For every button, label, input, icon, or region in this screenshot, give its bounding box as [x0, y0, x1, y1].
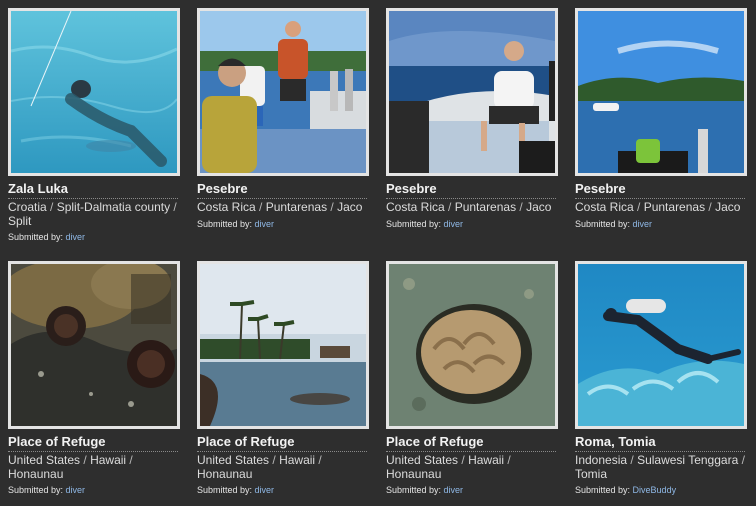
photo-thumbnail[interactable] — [575, 8, 747, 176]
location-region[interactable]: Puntarenas — [455, 200, 516, 214]
submitted-by: Submitted by: diver — [575, 218, 747, 230]
bay-with-boat-icon — [578, 11, 744, 173]
submitted-by: Submitted by: DiveBuddy — [575, 484, 747, 496]
submitter-link[interactable]: diver — [633, 219, 653, 229]
location-region[interactable]: Split-Dalmatia county — [57, 200, 170, 214]
submitter-link[interactable]: diver — [66, 485, 86, 495]
location-region[interactable]: Hawaii — [90, 453, 126, 467]
submitted-label: Submitted by: — [575, 485, 631, 495]
scuba-diver-coral-icon — [578, 264, 744, 426]
location-city[interactable]: Jaco — [715, 200, 740, 214]
coral-icon — [389, 264, 555, 426]
location-region[interactable]: Hawaii — [468, 453, 504, 467]
photo-thumbnail[interactable] — [8, 8, 180, 176]
location: United States / Hawaii / Honaunau — [197, 453, 322, 481]
submitted-by: Submitted by: diver — [197, 484, 369, 496]
submitted-label: Submitted by: — [575, 218, 631, 229]
site-title[interactable]: Pesebre — [386, 182, 556, 199]
photo-thumbnail[interactable] — [197, 8, 369, 176]
submitter-link[interactable]: diver — [255, 485, 275, 495]
location-country[interactable]: Costa Rica — [197, 200, 256, 214]
photo-thumbnail[interactable] — [386, 261, 558, 429]
submitted-label: Submitted by: — [386, 485, 442, 495]
photo-card: Place of Refuge United States / Hawaii /… — [8, 261, 180, 496]
photo-card: Pesebre Costa Rica / Puntarenas / Jaco S… — [386, 8, 558, 230]
location: Croatia / Split-Dalmatia county / Split — [8, 200, 177, 228]
site-title[interactable]: Place of Refuge — [386, 435, 556, 452]
location-city[interactable]: Honaunau — [197, 467, 252, 481]
submitter-link[interactable]: diver — [255, 219, 275, 229]
location-city[interactable]: Jaco — [526, 200, 551, 214]
photo-card: Pesebre Costa Rica / Puntarenas / Jaco S… — [197, 8, 369, 230]
photo-thumbnail[interactable] — [197, 261, 369, 429]
location-region[interactable]: Puntarenas — [266, 200, 327, 214]
location-region[interactable]: Sulawesi Tenggara — [637, 453, 738, 467]
location-region[interactable]: Hawaii — [279, 453, 315, 467]
site-title[interactable]: Place of Refuge — [197, 435, 367, 452]
location-country[interactable]: Costa Rica — [386, 200, 445, 214]
location-city[interactable]: Honaunau — [386, 467, 441, 481]
submitter-link[interactable]: diver — [66, 232, 86, 242]
submitted-by: Submitted by: diver — [8, 231, 180, 243]
site-title[interactable]: Pesebre — [197, 182, 367, 199]
submitted-label: Submitted by: — [197, 218, 253, 229]
submitted-label: Submitted by: — [8, 232, 64, 242]
palm-shoreline-icon — [200, 264, 366, 426]
submitted-label: Submitted by: — [8, 485, 64, 495]
location-city[interactable]: Split — [8, 214, 31, 228]
photo-card: Pesebre Costa Rica / Puntarenas / Jaco S… — [575, 8, 747, 230]
location-city[interactable]: Honaunau — [8, 467, 63, 481]
location: United States / Hawaii / Honaunau — [386, 453, 511, 481]
photo-thumbnail[interactable] — [575, 261, 747, 429]
location-country[interactable]: Indonesia — [575, 453, 627, 467]
location-city[interactable]: Tomia — [575, 467, 607, 481]
photo-card: Zala Luka Croatia / Split-Dalmatia count… — [8, 8, 180, 243]
sea-urchins-icon — [11, 264, 177, 426]
location: United States / Hawaii / Honaunau — [8, 453, 133, 481]
submitted-by: Submitted by: diver — [197, 218, 369, 230]
location: Costa Rica / Puntarenas / Jaco — [197, 200, 363, 214]
location: Indonesia / Sulawesi Tenggara / Tomia — [575, 453, 745, 481]
submitter-link[interactable]: DiveBuddy — [633, 485, 677, 495]
location-country[interactable]: United States — [197, 453, 269, 467]
site-title[interactable]: Place of Refuge — [8, 435, 178, 452]
submitter-link[interactable]: diver — [444, 219, 464, 229]
photo-thumbnail[interactable] — [386, 8, 558, 176]
submitted-by: Submitted by: diver — [386, 218, 558, 230]
photo-thumbnail[interactable] — [8, 261, 180, 429]
site-title[interactable]: Pesebre — [575, 182, 745, 199]
underwater-snorkeler-icon — [11, 11, 177, 173]
location: Costa Rica / Puntarenas / Jaco — [386, 200, 552, 214]
location-region[interactable]: Puntarenas — [644, 200, 705, 214]
location: Costa Rica / Puntarenas / Jaco — [575, 200, 741, 214]
site-title[interactable]: Zala Luka — [8, 182, 178, 199]
photo-card: Roma, Tomia Indonesia / Sulawesi Tenggar… — [575, 261, 747, 496]
divers-on-boat-icon — [200, 11, 366, 173]
submitted-by: Submitted by: diver — [8, 484, 180, 496]
submitted-label: Submitted by: — [386, 218, 442, 229]
location-city[interactable]: Jaco — [337, 200, 362, 214]
location-country[interactable]: United States — [386, 453, 458, 467]
site-title[interactable]: Roma, Tomia — [575, 435, 745, 452]
submitter-link[interactable]: diver — [444, 485, 464, 495]
location-country[interactable]: Croatia — [8, 200, 47, 214]
man-on-boat-icon — [389, 11, 555, 173]
submitted-label: Submitted by: — [197, 485, 253, 495]
photo-card: Place of Refuge United States / Hawaii /… — [197, 261, 369, 496]
location-country[interactable]: Costa Rica — [575, 200, 634, 214]
location-country[interactable]: United States — [8, 453, 80, 467]
submitted-by: Submitted by: diver — [386, 484, 558, 496]
photo-card: Place of Refuge United States / Hawaii /… — [386, 261, 558, 496]
